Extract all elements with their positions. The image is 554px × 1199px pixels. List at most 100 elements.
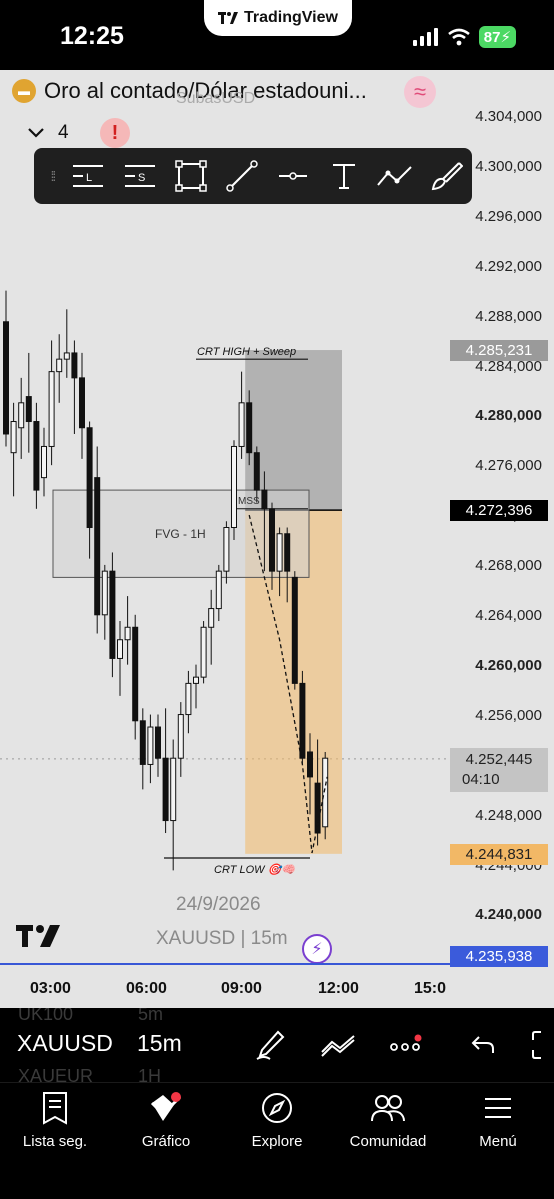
wifi-icon	[447, 28, 470, 46]
indicators-button[interactable]	[320, 1028, 356, 1062]
lightning-icon[interactable]: ⚡	[302, 934, 332, 964]
last-price-tag: 4.252,445 04:10	[450, 748, 548, 792]
symbol-selector[interactable]: XAUUSD	[17, 1030, 113, 1057]
nav-menu[interactable]: Menú	[443, 1091, 553, 1150]
indicator-toggle[interactable]: 4	[28, 122, 69, 144]
battery-indicator: 87⚡	[478, 26, 516, 48]
bullish-candle	[193, 676, 199, 684]
battery-level: 87	[483, 29, 501, 46]
bullish-candle	[200, 626, 207, 678]
price-axis-label: 4.256,000	[475, 706, 542, 724]
ghost-interval-above: 5m	[138, 1008, 164, 1024]
bearish-candle	[3, 321, 9, 435]
path-icon	[377, 166, 412, 186]
bearish-candle	[307, 751, 313, 778]
bullish-candle	[223, 527, 230, 572]
bearish-candle	[33, 421, 40, 491]
mss-label: MSS	[238, 496, 260, 507]
bearish-candle	[291, 576, 298, 684]
status-icons: 87⚡	[412, 26, 516, 48]
bullish-candle	[56, 358, 63, 373]
last-price-value: 4.252,445	[465, 751, 533, 768]
bullish-candle	[147, 726, 154, 765]
nav-label: Explore	[251, 1133, 303, 1150]
long-position-tool[interactable]: L	[63, 148, 114, 204]
time-label: 09:00	[221, 980, 262, 997]
bearish-candle	[79, 377, 85, 429]
undo-icon	[471, 1036, 494, 1053]
chart-area[interactable]: FVG - 1H CRT HIGH + Sweep MSS CRT LOW 🎯🧠 ▬ …	[0, 70, 554, 1008]
path-tool[interactable]	[370, 148, 421, 204]
horizontal-line-icon	[278, 172, 307, 180]
trend-line-tool[interactable]	[216, 148, 267, 204]
gold-symbol-icon: ▬	[12, 79, 36, 103]
bullish-candle	[215, 570, 222, 610]
fvg-label: FVG - 1H	[155, 527, 206, 541]
text-tool[interactable]	[319, 148, 370, 204]
price-chart[interactable]: FVG - 1H CRT HIGH + Sweep MSS CRT LOW 🎯🧠	[0, 70, 554, 1008]
short-position-tool[interactable]: S	[114, 148, 165, 204]
alert-icon[interactable]: !	[100, 118, 130, 148]
nav-watchlist[interactable]: Lista seg.	[0, 1091, 110, 1150]
bottom-navigation: Lista seg. Gráfico Explore Comunidad Men…	[0, 1082, 554, 1199]
more-options-button[interactable]	[388, 1028, 424, 1062]
nav-explore[interactable]: Explore	[222, 1091, 332, 1150]
wave-icon[interactable]: ≈	[404, 76, 436, 108]
chevron-down-icon[interactable]	[28, 128, 44, 138]
price-axis-label: 4.288,000	[475, 307, 542, 325]
fullscreen-button[interactable]	[528, 1028, 554, 1062]
drawing-toolbar[interactable]: ⁞⁞ L S	[34, 148, 472, 204]
ghost-interval-below: 1H	[138, 1066, 162, 1082]
horizontal-line-tool[interactable]	[267, 148, 318, 204]
chart-symbol-info: XAUUSD | 15m	[156, 928, 288, 949]
lower-zone-price-tag: 4.244,831	[450, 844, 548, 865]
nav-label: Gráfico	[141, 1133, 191, 1150]
interval-selector[interactable]: 15m	[137, 1030, 182, 1057]
bar-countdown: 04:10	[462, 771, 500, 788]
nav-label: Menú	[479, 1133, 517, 1150]
tradingview-pill-label: TradingView	[244, 9, 338, 26]
compass-icon	[262, 1093, 292, 1123]
chart-date: 24/9/2026	[176, 894, 261, 915]
bullish-candle	[276, 533, 283, 572]
rectangle-tool[interactable]	[165, 148, 216, 204]
brush-tool[interactable]	[421, 148, 472, 204]
short-position-icon: S	[124, 165, 155, 187]
bottom-toolbar: UK100 5m XAUUSD 15m XAUEUR 1H	[0, 1008, 554, 1082]
nav-chart[interactable]: Gráfico	[111, 1091, 221, 1150]
long-position-icon: L	[73, 165, 104, 187]
svg-text:S: S	[138, 172, 145, 184]
drag-handle-icon[interactable]: ⁞⁞	[42, 168, 63, 184]
bullish-candle	[48, 371, 55, 447]
nav-community[interactable]: Comunidad	[333, 1091, 443, 1150]
ghost-symbol-below: XAUEUR	[18, 1066, 94, 1082]
trend-line-icon	[226, 160, 258, 192]
bearish-candle	[299, 682, 306, 759]
tradingview-pill[interactable]: TradingView	[204, 0, 352, 36]
bearish-candle	[139, 720, 146, 765]
undo-button[interactable]	[466, 1028, 502, 1062]
time-label: 15:0	[414, 980, 447, 997]
symbol-subtitle: SubasUSD	[176, 90, 256, 107]
time-axis[interactable]: 03:00 06:00 09:00 12:00 15:0	[0, 970, 554, 1008]
bullish-candle	[238, 402, 245, 447]
charging-icon: ⚡	[500, 29, 511, 46]
bullish-candle	[101, 570, 108, 616]
watchlist-icon	[43, 1092, 67, 1125]
crt-low-label: CRT LOW 🎯🧠	[214, 863, 297, 876]
status-bar: 12:25 TradingView 87⚡	[0, 0, 554, 70]
bearish-candle	[261, 489, 268, 510]
text-icon	[333, 164, 356, 189]
bullish-candle	[170, 757, 177, 822]
bullish-candle	[117, 639, 123, 659]
crt-high-label: CRT HIGH + Sweep	[197, 346, 296, 358]
bearish-candle	[94, 477, 101, 616]
bearish-candle	[71, 352, 78, 379]
bullish-candle	[177, 714, 184, 759]
bullish-candle	[124, 626, 131, 641]
pen-icon	[256, 1030, 285, 1060]
bullish-candle	[231, 445, 237, 529]
time-label: 12:00	[318, 980, 359, 997]
upper-zone-price-tag: 4.285,231	[450, 340, 548, 361]
drawing-tools-button[interactable]	[252, 1028, 288, 1062]
